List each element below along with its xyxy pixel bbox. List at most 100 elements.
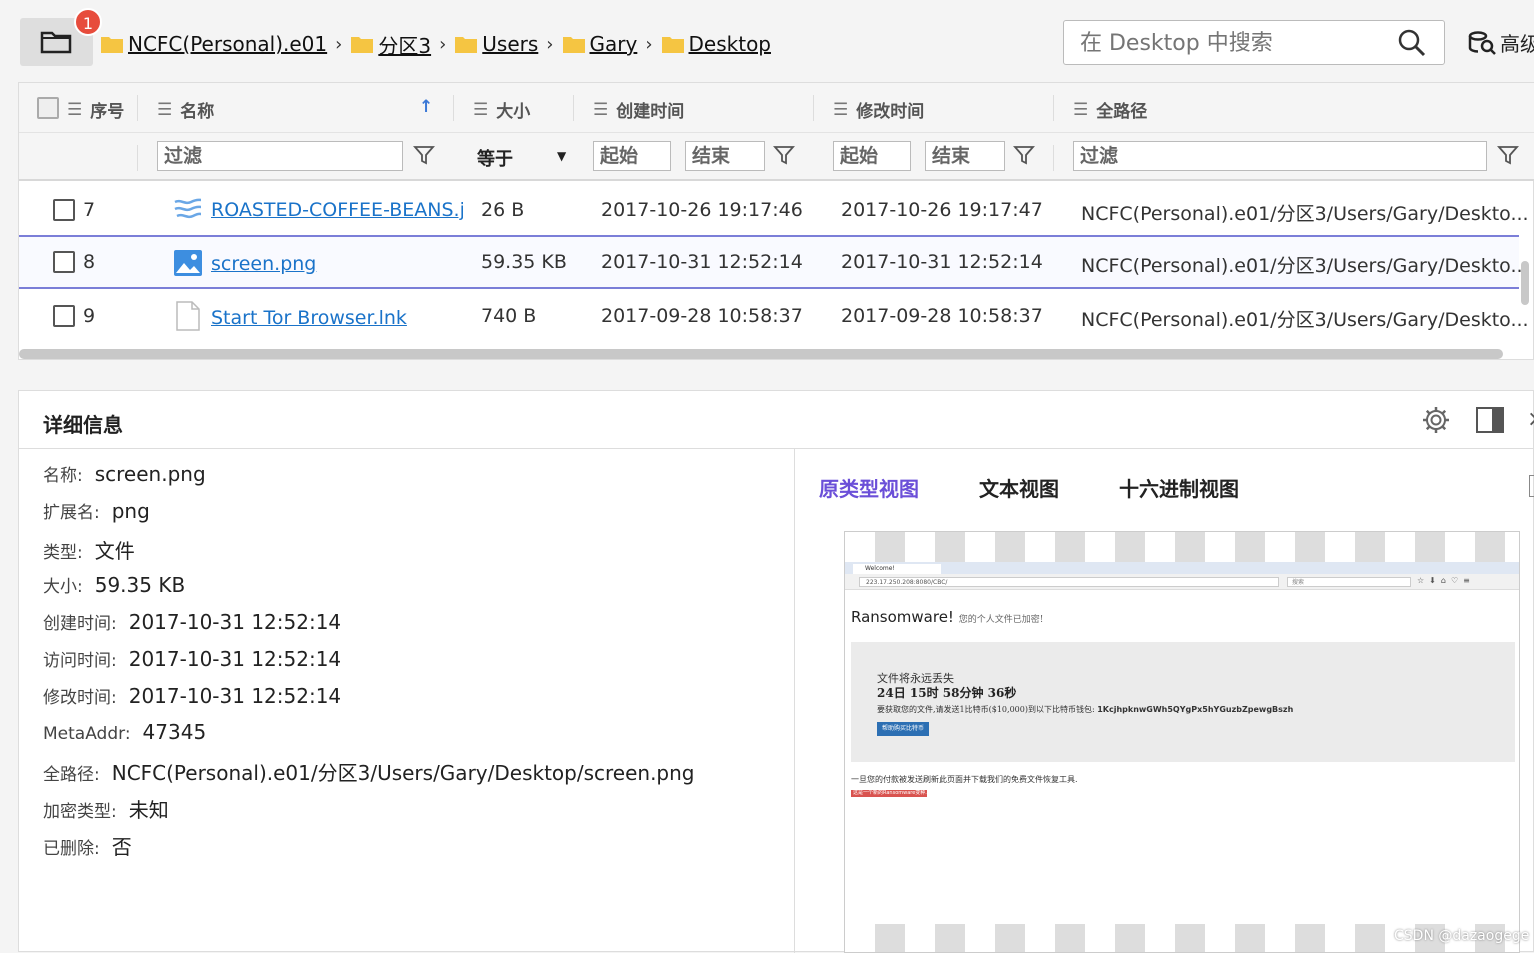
row-index: 7 [83,199,96,221]
filter-icon[interactable] [1013,144,1035,166]
details-panel: 详细信息 × 名称:screen.png 扩展名:png 类型:文件 大小:59… [18,390,1534,953]
full-path: NCFC(Personal).e01/分区3/Users/Gary/Deskto… [1081,309,1529,331]
property-extension: 扩展名: png [43,499,150,523]
list-icon: ☰ [157,99,173,120]
sort-ascending-icon[interactable]: ↑ [419,97,433,117]
horizontal-scrollbar[interactable] [19,349,1503,359]
name-filter-input[interactable]: 过滤 [157,141,403,171]
file-size: 740 B [481,305,537,327]
browser-search: 搜索 [1287,577,1411,587]
row-checkbox[interactable] [53,199,75,221]
created-end-input[interactable]: 结束 [685,141,765,171]
gear-icon[interactable] [1421,405,1451,435]
created-time: 2017-10-31 12:52:14 [601,251,803,273]
browser-tab: Welcome! [853,564,941,574]
property-accessed: 访问时间: 2017-10-31 12:52:14 [43,647,342,671]
breadcrumb-item-partition[interactable]: 分区3 [350,30,431,59]
filter-icon[interactable] [773,144,795,166]
folder-icon [351,37,374,53]
full-path: NCFC(Personal).e01/分区3/Users/Gary/Deskto… [1081,203,1529,225]
property-created: 创建时间: 2017-10-31 12:52:14 [43,610,342,634]
property-metaaddr: MetaAddr: 47345 [43,720,207,744]
advanced-search-icon [1468,30,1496,55]
modified-end-input[interactable]: 结束 [925,141,1005,171]
file-name-link[interactable]: Start Tor Browser.lnk [211,307,407,329]
expand-icon[interactable] [1529,475,1534,497]
dropdown-arrow-icon[interactable]: ▼ [557,149,566,163]
details-title: 详细信息 [43,413,123,437]
breadcrumb: NCFC(Personal).e01 › 分区3 › Users › Gary … [100,28,771,60]
chevron-right-icon: › [335,33,343,55]
column-divider[interactable] [813,95,814,121]
modified-time: 2017-10-26 19:17:47 [841,199,1043,221]
column-header-name[interactable]: ☰ 名称 [157,97,214,123]
breadcrumb-item-image[interactable]: NCFC(Personal).e01 [100,32,327,56]
preview-browser-screenshot: Welcome! 223.17.250.208:8080/CBC/ 搜索 ☆⬇⌂… [845,562,1519,924]
panel-layout-icon[interactable] [1475,405,1505,435]
column-header-size[interactable]: ☰ 大小 [473,97,530,123]
row-index: 8 [83,251,96,273]
table-row-selected[interactable]: 8 screen.png 59.35 KB 2017-10-31 12:52:1… [19,235,1529,289]
panel-divider[interactable] [794,449,795,953]
row-checkbox[interactable] [53,251,75,273]
column-divider[interactable] [1053,95,1054,121]
file-name-link[interactable]: ROASTED-COFFEE-BEANS.j [211,199,463,221]
search-box [1063,20,1445,65]
property-encryption: 加密类型: 未知 [43,798,169,822]
breadcrumb-item-gary[interactable]: Gary [562,32,637,56]
filter-icon[interactable] [413,144,435,166]
column-divider[interactable] [453,95,454,121]
created-start-input[interactable]: 起始 [593,141,671,171]
row-index: 9 [83,305,96,327]
column-header-modified[interactable]: ☰ 修改时间 [833,97,924,123]
column-header-index[interactable]: ☰ 序号 [67,97,124,123]
tab-raw-view[interactable]: 原类型视图 [819,473,919,502]
advanced-search-button[interactable]: 高级 [1468,28,1534,57]
details-header: 详细信息 × [19,391,1534,449]
close-icon[interactable]: × [1527,407,1534,432]
file-name-link[interactable]: screen.png [211,253,316,275]
image-preview: Welcome! 223.17.250.208:8080/CBC/ 搜索 ☆⬇⌂… [844,531,1520,953]
browser-tab-bar: Welcome! [845,562,1519,574]
folder-icon [562,37,585,53]
breadcrumb-item-desktop[interactable]: Desktop [661,32,771,56]
file-table: ☰ 序号 ☰ 名称 ↑ ☰ 大小 ☰ 创建时间 ☰ 修改时间 ☰ 全路径 过滤 等于 ▼ 起… [18,82,1534,360]
created-time: 2017-09-28 10:58:37 [601,305,803,327]
chevron-right-icon: › [439,33,447,55]
row-checkbox[interactable] [53,305,75,327]
vertical-scrollbar[interactable] [1521,261,1529,305]
list-icon: ☰ [833,99,849,120]
modified-start-input[interactable]: 起始 [833,141,911,171]
browser-url: 223.17.250.208:8080/CBC/ [859,577,1279,587]
column-divider [137,145,138,171]
browser-url-bar: 223.17.250.208:8080/CBC/ 搜索 ☆⬇⌂♡≡ [845,574,1519,590]
ransom-countdown: 24日 15时 58分钟 36秒 [877,686,1017,700]
column-divider[interactable] [137,95,138,121]
search-icon[interactable] [1398,29,1426,57]
search-input[interactable] [1080,27,1380,59]
watermark: CSDN @dazaogege [1394,928,1530,944]
column-header-path[interactable]: ☰ 全路径 [1073,97,1147,123]
ransom-footer-text: 一旦您的付款被发送刷新此页面并下载我们的免费文件恢复工具. [851,775,1078,784]
path-filter-input[interactable]: 过滤 [1073,141,1487,171]
top-bar: 1 NCFC(Personal).e01 › 分区3 › Users › Gar… [0,0,1534,78]
list-icon: ☰ [593,99,609,120]
file-size: 26 B [481,199,525,221]
tab-text-view[interactable]: 文本视图 [979,473,1059,502]
list-icon: ☰ [473,99,489,120]
tab-hex-view[interactable]: 十六进制视图 [1119,473,1239,502]
column-divider[interactable] [573,95,574,121]
select-all-checkbox[interactable] [37,97,59,119]
text-lines-icon [174,198,202,219]
blank-file-icon [176,301,200,331]
list-icon: ☰ [67,99,83,120]
table-row[interactable]: 7 ROASTED-COFFEE-BEANS.j 26 B 2017-10-26… [19,183,1529,237]
size-operator-select[interactable]: 等于 [477,145,513,171]
breadcrumb-item-users[interactable]: Users [454,32,538,56]
folder-icon [455,37,478,53]
ransom-box: 文件将永远丢失 24日 15时 58分钟 36秒 要获取您的文件,请发送1比特币… [851,642,1515,762]
table-row[interactable]: 9 Start Tor Browser.lnk 740 B 2017-09-28… [19,289,1529,343]
filter-icon[interactable] [1497,144,1519,166]
property-deleted: 已删除: 否 [43,835,132,859]
column-header-created[interactable]: ☰ 创建时间 [593,97,684,123]
